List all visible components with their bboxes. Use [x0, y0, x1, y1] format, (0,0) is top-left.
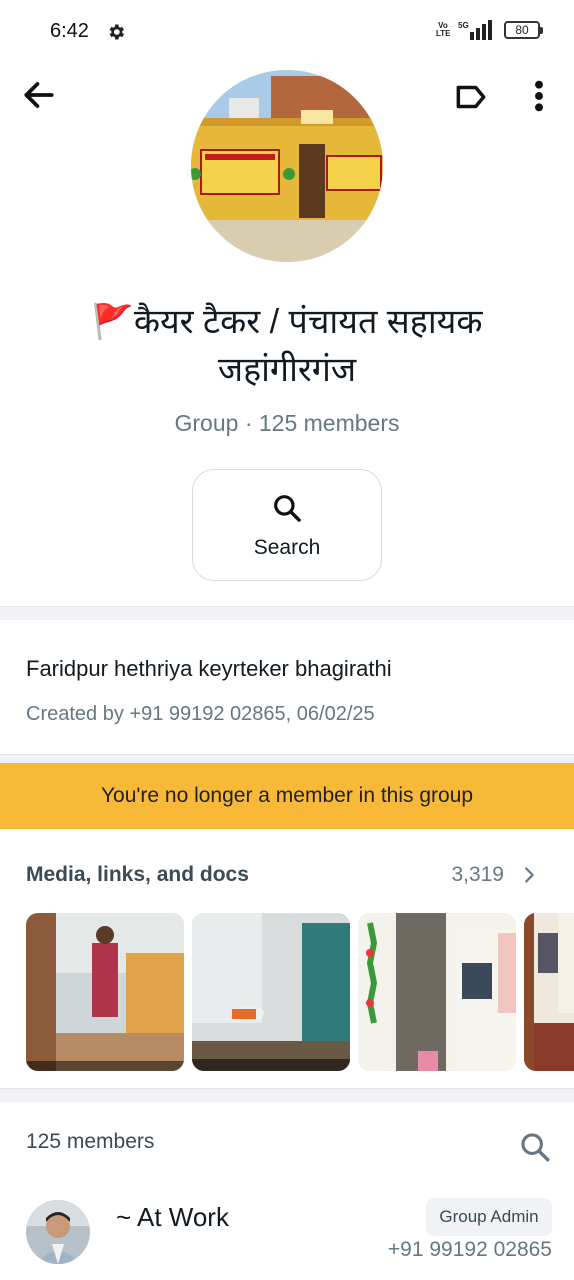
member-phone: +91 99192 02865 [387, 1238, 552, 1261]
status-bar: 6:42 Vo LTE 5G 80 [0, 0, 574, 64]
media-thumbnail[interactable] [524, 913, 574, 1071]
not-member-notice: You're no longer a member in this group [0, 763, 574, 829]
section-divider [0, 754, 574, 763]
members-count-title: 125 members [26, 1130, 155, 1153]
member-name: ~ At Work [116, 1202, 229, 1232]
group-photo-image [191, 70, 383, 262]
status-time: 6:42 [50, 20, 89, 42]
section-divider [0, 1088, 574, 1102]
search-label: Search [253, 536, 321, 559]
gear-icon [109, 24, 124, 40]
chevron-right-icon[interactable] [518, 864, 540, 886]
volte-indicator: Vo LTE [436, 21, 451, 38]
group-name: 🚩कैयर टैकर / पंचायत सहायक जहांगीरगंज [91, 303, 483, 389]
network-type: 5G [458, 21, 469, 30]
media-section-title[interactable]: Media, links, and docs [26, 863, 249, 887]
member-list-item[interactable]: ~ At Work Group Admin +91 99192 02865 [0, 1190, 574, 1280]
more-vertical-icon[interactable] [522, 76, 556, 116]
group-search-button[interactable]: Search [192, 469, 382, 581]
avatar [26, 1200, 90, 1264]
group-description[interactable]: Faridpur hethriya keyrteker bhagirathi [26, 656, 392, 682]
media-thumbnail[interactable] [26, 913, 184, 1071]
group-meta: Group · 125 members [174, 410, 400, 436]
arrow-back-icon[interactable] [20, 76, 58, 114]
label-icon[interactable] [452, 78, 490, 116]
battery-icon: 80 [504, 21, 543, 39]
media-thumbnail[interactable] [358, 913, 516, 1071]
signal-icon: 5G [458, 20, 492, 40]
search-icon [274, 495, 301, 522]
status-indicators: Vo LTE 5G 80 [436, 20, 543, 40]
group-photo[interactable] [191, 70, 383, 262]
group-admin-badge: Group Admin [426, 1198, 552, 1236]
section-divider [0, 606, 574, 620]
media-count[interactable]: 3,319 [451, 863, 504, 887]
media-thumbnail[interactable] [192, 913, 350, 1071]
group-created-info: Created by +91 99192 02865, 06/02/25 [26, 703, 375, 725]
search-icon[interactable] [518, 1130, 552, 1164]
